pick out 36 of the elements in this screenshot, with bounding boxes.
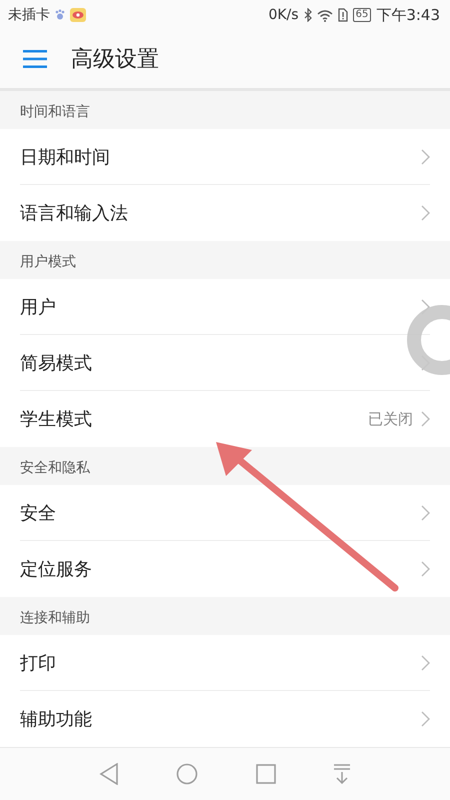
recents-icon[interactable] xyxy=(256,764,276,784)
chevron-icon xyxy=(421,148,430,164)
item-status: 已关闭 xyxy=(368,410,413,428)
sim-alert-icon xyxy=(338,8,348,22)
section-header: 连接和辅助 xyxy=(19,609,91,628)
section-header: 安全和隐私 xyxy=(19,459,91,478)
back-icon[interactable] xyxy=(98,763,119,785)
home-icon[interactable] xyxy=(176,763,198,785)
chevron-icon xyxy=(421,711,430,727)
chevron-icon xyxy=(421,205,430,221)
settings-item[interactable]: 日期和时间 xyxy=(20,129,430,185)
battery-indicator: 65 xyxy=(352,8,372,22)
section-header: 用户模式 xyxy=(19,253,77,272)
menu-icon[interactable] xyxy=(23,50,47,68)
notification-shade-icon[interactable] xyxy=(333,764,352,784)
network-speed: 0K/s xyxy=(268,7,299,23)
wifi-icon xyxy=(316,8,333,22)
paw-icon xyxy=(55,9,65,21)
eye-icon xyxy=(70,8,86,22)
settings-item[interactable]: 用户 xyxy=(20,279,430,335)
settings-item[interactable]: 打印 xyxy=(20,635,430,691)
carrier-name: 未插卡 xyxy=(8,6,50,24)
chevron-icon xyxy=(421,504,430,520)
chevron-icon xyxy=(421,411,430,427)
settings-item[interactable]: 辅助功能 xyxy=(20,691,430,747)
settings-item[interactable]: 定位服务 xyxy=(20,541,430,597)
screen-title: 高级设置 xyxy=(71,46,159,74)
chevron-icon xyxy=(421,561,430,577)
settings-item[interactable]: 学生模式 已关闭 xyxy=(20,391,430,447)
chevron-icon xyxy=(421,654,430,670)
bluetooth-icon xyxy=(304,8,312,22)
clock: 下午3:43 xyxy=(376,6,440,24)
settings-item[interactable]: 语言和输入法 xyxy=(20,185,430,241)
section-header: 时间和语言 xyxy=(19,103,91,122)
settings-item[interactable]: 简易模式 xyxy=(20,335,430,391)
settings-item[interactable]: 安全 xyxy=(20,485,430,541)
